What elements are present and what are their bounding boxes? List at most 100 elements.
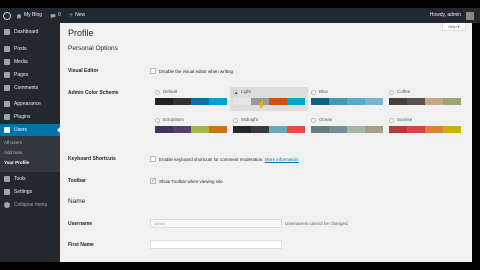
comments-count: 0: [58, 12, 61, 18]
color-scheme-option-midnight[interactable]: Midnight: [230, 115, 308, 139]
wp-logo-menu[interactable]: [3, 8, 11, 23]
color-scheme-name: Default: [163, 89, 178, 94]
submenu-your-profile[interactable]: Your Profile: [4, 160, 29, 165]
color-swatch: [365, 126, 383, 133]
color-scheme-option-coffee[interactable]: Coffee: [386, 87, 464, 111]
new-content-menu[interactable]: + New: [69, 8, 85, 23]
home-icon: [16, 13, 22, 18]
color-swatch-strip[interactable]: [389, 126, 461, 133]
more-information-link[interactable]: More information: [265, 157, 299, 162]
submenu-all-users[interactable]: All Users: [4, 140, 22, 145]
color-scheme-radio[interactable]: [155, 118, 160, 123]
color-swatch: [311, 126, 329, 133]
color-swatch: [425, 98, 443, 105]
comment-bubble-icon: [50, 13, 56, 18]
sidebar-item-posts[interactable]: Posts: [0, 43, 60, 55]
screen-frame: My Blog 0 + New Howdy, admin Dashboard P…: [0, 0, 480, 270]
color-scheme-option-light[interactable]: Light: [230, 87, 308, 111]
color-swatch: [311, 98, 329, 105]
color-scheme-radio[interactable]: [233, 90, 238, 95]
color-scheme-option-sunrise[interactable]: Sunrise: [386, 115, 464, 139]
sidebar-item-label: Media: [14, 59, 28, 65]
keyboard-shortcuts-checkbox[interactable]: [150, 156, 156, 162]
color-scheme-option-blue[interactable]: Blue: [308, 87, 386, 111]
color-swatch: [209, 126, 227, 133]
personal-options-heading: Personal Options: [68, 45, 118, 52]
color-scheme-name: Ectoplasm: [163, 117, 185, 122]
sidebar-item-label: Collapse menu: [14, 202, 48, 208]
color-swatch-strip[interactable]: [233, 126, 305, 133]
name-heading: Name: [68, 198, 86, 205]
color-swatch-strip[interactable]: [311, 98, 383, 105]
color-swatch: [269, 98, 287, 105]
sidebar-item-label: Users: [14, 127, 28, 133]
username-description: Usernames cannot be changed.: [285, 221, 349, 226]
color-swatch: [389, 126, 407, 133]
avatar: [466, 11, 474, 20]
sidebar-item-dashboard[interactable]: Dashboard: [0, 26, 60, 38]
color-scheme-name: Coffee: [397, 89, 411, 94]
admin-bar: My Blog 0 + New Howdy, admin: [0, 8, 480, 23]
sidebar-item-label: Plugins: [14, 114, 31, 120]
main-content: Help ▾ Profile Personal Options Visual E…: [60, 23, 472, 262]
color-scheme-radio[interactable]: [389, 118, 394, 123]
sidebar-item-label: Comments: [14, 85, 39, 91]
color-swatch: [173, 126, 191, 133]
visual-editor-checkbox-text: Disable the visual editor when writing: [159, 69, 234, 74]
color-swatch-strip[interactable]: [155, 126, 227, 133]
color-swatch: [443, 98, 461, 105]
comments-menu[interactable]: 0: [50, 8, 61, 23]
color-scheme-radio[interactable]: [155, 90, 160, 95]
color-scheme-label: Admin Color Scheme: [68, 90, 119, 96]
color-swatch: [269, 126, 287, 133]
settings-icon: [4, 189, 10, 195]
color-scheme-option-ocean[interactable]: Ocean: [308, 115, 386, 139]
color-swatch: [329, 98, 347, 105]
new-label: New: [75, 12, 86, 18]
sidebar-item-appearance[interactable]: Appearance: [0, 98, 60, 110]
visual-editor-checkbox[interactable]: [150, 68, 156, 74]
sidebar-item-media[interactable]: Media: [0, 56, 60, 68]
color-swatch-strip[interactable]: [311, 126, 383, 133]
users-icon: [4, 127, 10, 133]
color-swatch: [173, 98, 191, 105]
color-swatch: [233, 98, 251, 105]
username-field[interactable]: admin: [150, 219, 282, 228]
first-name-field[interactable]: [150, 240, 282, 249]
color-swatch-strip[interactable]: [389, 98, 461, 105]
color-scheme-option-default[interactable]: Default: [152, 87, 230, 111]
color-scheme-name: Sunrise: [397, 117, 413, 122]
color-swatch: [155, 126, 173, 133]
color-scheme-option-ectoplasm[interactable]: Ectoplasm: [152, 115, 230, 139]
color-swatch-strip[interactable]: [233, 98, 305, 105]
admin-sidebar: Dashboard Posts Media Pages Comments App…: [0, 23, 60, 262]
sidebar-item-tools[interactable]: Tools: [0, 173, 60, 185]
color-scheme-name: Ocean: [319, 117, 333, 122]
color-scheme-radio[interactable]: [311, 118, 316, 123]
color-swatch: [287, 126, 305, 133]
color-swatch: [329, 126, 347, 133]
sidebar-item-comments[interactable]: Comments: [0, 82, 60, 94]
sidebar-item-plugins[interactable]: Plugins: [0, 111, 60, 123]
color-swatch: [155, 98, 173, 105]
toolbar-checkbox[interactable]: [150, 177, 156, 184]
color-swatch: [191, 126, 209, 133]
sidebar-item-settings[interactable]: Settings: [0, 186, 60, 198]
sidebar-item-users[interactable]: Users: [0, 124, 60, 136]
sidebar-item-pages[interactable]: Pages: [0, 69, 60, 81]
color-scheme-radio[interactable]: [311, 90, 316, 95]
username-label: Username: [68, 221, 93, 227]
color-swatch: [425, 126, 443, 133]
sidebar-item-label: Pages: [14, 72, 29, 78]
color-swatch-strip[interactable]: [155, 98, 227, 105]
collapse-menu-button[interactable]: Collapse menu: [0, 199, 60, 211]
help-tab-button[interactable]: Help ▾: [442, 23, 466, 31]
color-scheme-radio[interactable]: [389, 90, 394, 95]
color-scheme-name: Light: [241, 89, 251, 94]
my-account-menu[interactable]: Howdy, admin: [430, 8, 474, 23]
submenu-add-new[interactable]: Add New: [4, 150, 22, 155]
color-swatch: [443, 126, 461, 133]
color-scheme-radio[interactable]: [233, 118, 238, 123]
site-name-menu[interactable]: My Blog: [16, 8, 42, 23]
toolbar-label: Toolbar: [68, 178, 86, 184]
